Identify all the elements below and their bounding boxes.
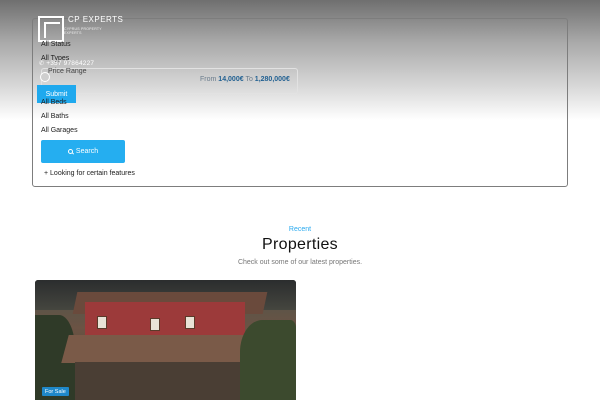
features-toggle-link[interactable]: + Looking for certain features — [44, 170, 135, 177]
logo-subtext: CYPRUS PROPERTY EXPERTS — [64, 26, 102, 35]
phone-icon: ✆ — [39, 61, 45, 67]
photo-lower-wall — [75, 362, 245, 400]
photo-tree-right — [240, 320, 296, 400]
price-range-values: From 14,000€ To 1,280,000€ — [200, 76, 290, 83]
section-kicker: Recent — [288, 226, 312, 233]
status-select[interactable]: All Status — [41, 41, 71, 48]
phone-number: +357 97864227 — [46, 60, 95, 67]
price-from-label: From — [200, 76, 217, 83]
beds-select[interactable]: All Beds — [41, 99, 67, 106]
search-button-label: Search — [75, 148, 99, 155]
search-icon — [67, 149, 73, 154]
photo-window — [97, 316, 107, 329]
photo-window — [185, 316, 195, 329]
property-card-image[interactable] — [35, 280, 296, 400]
price-min: 14,000€ — [218, 76, 244, 83]
photo-window — [150, 318, 160, 331]
section-subtitle: Check out some of our latest properties. — [237, 259, 363, 266]
photo-roof-lower — [61, 335, 269, 363]
price-to-label: To — [245, 76, 253, 83]
price-range-label: Price Range — [48, 68, 87, 75]
baths-select[interactable]: All Baths — [41, 113, 69, 120]
site-logo[interactable]: CP EXPERTS CYPRUS PROPERTY EXPERTS — [38, 15, 124, 44]
section-title: Properties — [262, 236, 338, 253]
header-phone[interactable]: ✆ +357 97864227 — [39, 60, 94, 67]
logo-mark-icon — [38, 16, 64, 42]
logo-text: CP EXPERTS — [68, 15, 124, 24]
price-max: 1,280,000€ — [254, 76, 290, 83]
garages-select[interactable]: All Garages — [41, 127, 78, 134]
search-button[interactable]: Search — [41, 140, 125, 163]
status-badge: For Sale — [42, 387, 69, 396]
